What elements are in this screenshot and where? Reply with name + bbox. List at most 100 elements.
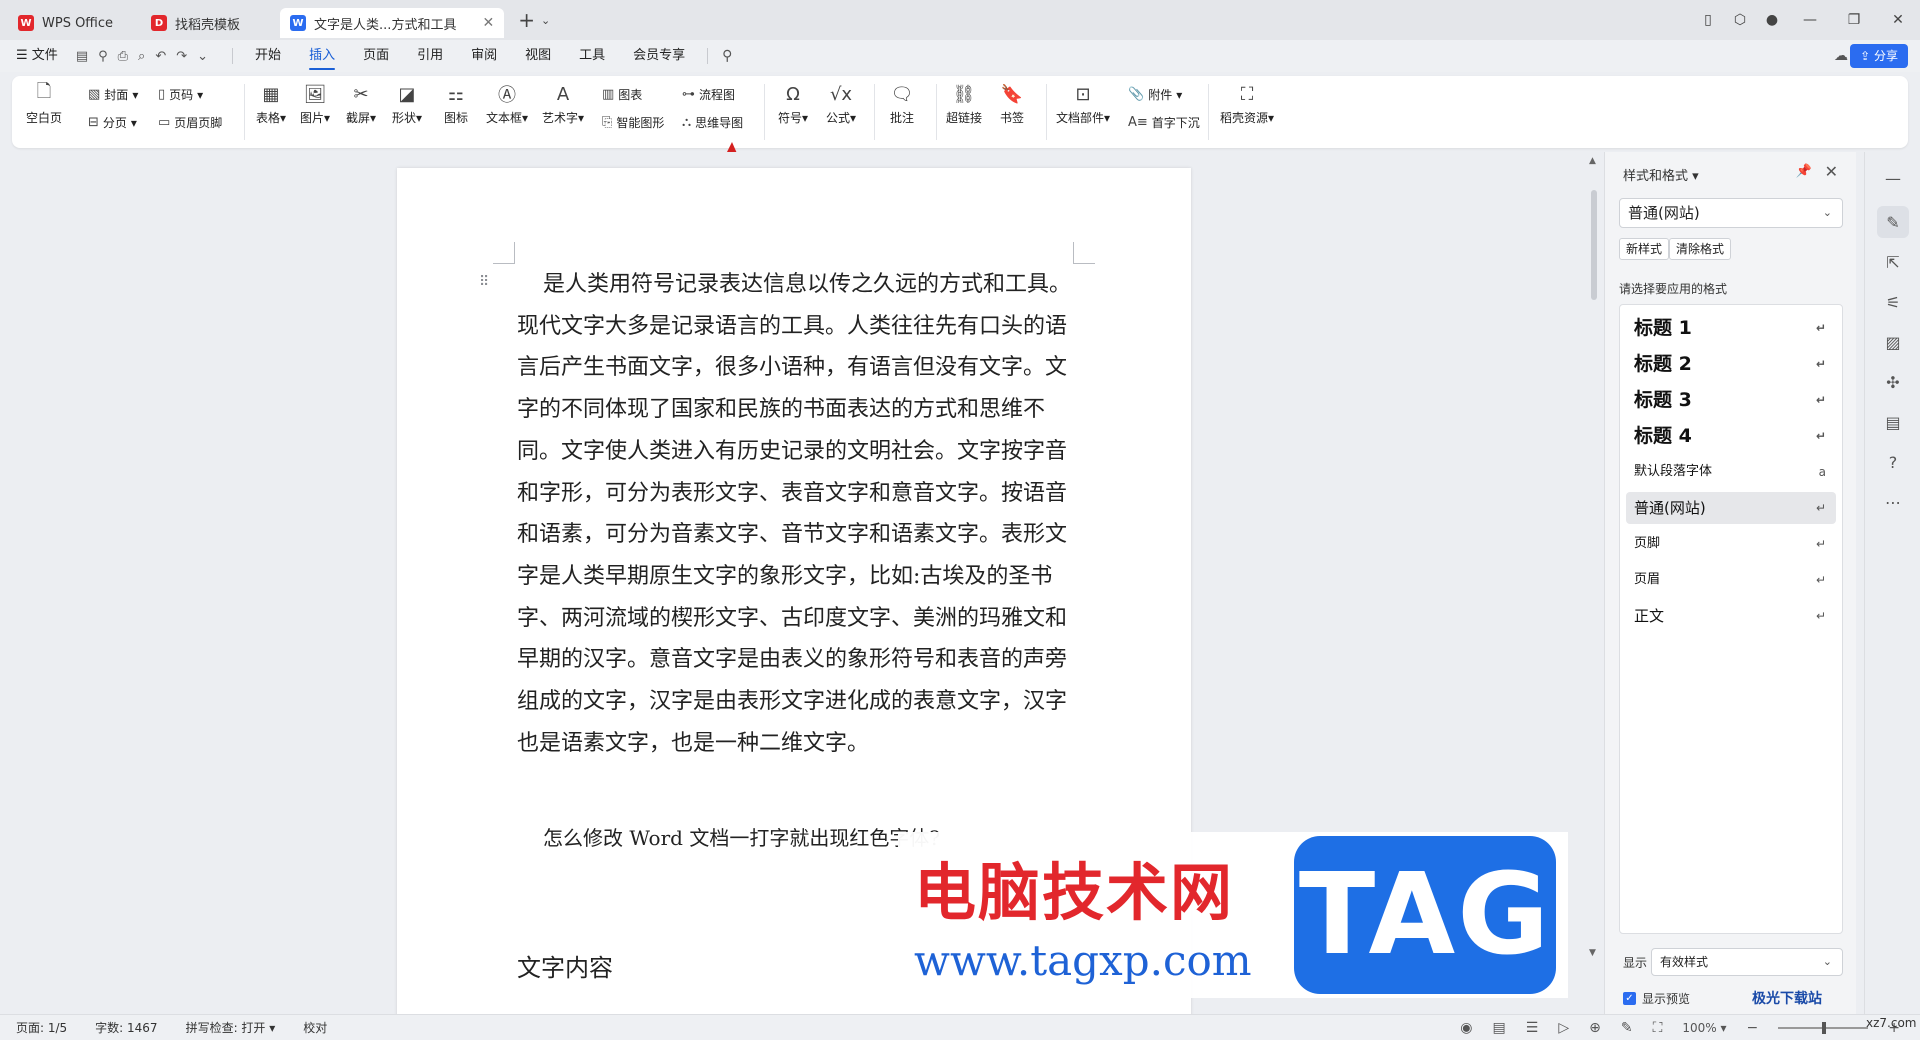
tab-view[interactable]: 视图 xyxy=(511,40,565,72)
close-tab-icon[interactable]: ✕ xyxy=(482,15,494,31)
minimize-icon[interactable]: — xyxy=(1788,12,1832,28)
style-default-paragraph-font[interactable]: 默认段落字体 a xyxy=(1626,456,1836,488)
select-arrow-icon[interactable]: ⇱ xyxy=(1877,246,1909,278)
mindmap-button[interactable]: ⛬ 思维导图 xyxy=(682,114,743,131)
dropcap-button[interactable]: A≡ 首字下沉 xyxy=(1128,114,1200,131)
zoom-level[interactable]: 100% ▾ xyxy=(1682,1021,1726,1035)
tab-review[interactable]: 审阅 xyxy=(457,40,511,72)
adjust-icon[interactable]: ⚟ xyxy=(1877,286,1909,318)
tab-docer-templates[interactable]: D 找稻壳模板 xyxy=(141,8,250,38)
blank-page-button[interactable]: 🗋 空白页 xyxy=(26,81,62,126)
chevron-down-icon[interactable]: ⌄ xyxy=(541,14,550,27)
page-break-button[interactable]: ⊟ 分页 ▾ xyxy=(88,114,137,131)
chart-button[interactable]: ▥ 图表 xyxy=(602,86,642,103)
help-icon[interactable]: ? xyxy=(1877,446,1909,478)
web-view-icon[interactable]: ⊕ xyxy=(1589,1020,1601,1036)
play-icon[interactable]: ▷ xyxy=(1558,1020,1569,1036)
eye-icon[interactable]: ◉ xyxy=(1460,1020,1472,1036)
print-preview-icon[interactable]: ⌕ xyxy=(138,49,145,64)
search-icon[interactable]: ⚲ xyxy=(722,48,732,64)
zoom-slider[interactable] xyxy=(1778,1022,1869,1034)
share-button[interactable]: ⇪ 分享 xyxy=(1850,44,1908,68)
body-paragraph[interactable]: 是人类用符号记录表达信息以传之久远的方式和工具。现代文字大多是记录语言的工具。人… xyxy=(517,264,1077,764)
style-heading-1[interactable]: 标题 1 ↵ xyxy=(1626,312,1836,344)
more-icon[interactable]: ⋯ xyxy=(1877,486,1909,518)
restore-icon[interactable]: ❐ xyxy=(1832,12,1876,28)
close-icon[interactable]: ✕ xyxy=(1825,162,1838,181)
show-preview-checkbox[interactable]: ✓ 显示预览 xyxy=(1623,990,1690,1007)
tab-page[interactable]: 页面 xyxy=(349,40,403,72)
link-icon[interactable]: ⚲ xyxy=(98,49,108,64)
tools-icon[interactable]: ✣ xyxy=(1877,366,1909,398)
current-style-select[interactable]: 普通(网站) ⌄ xyxy=(1619,198,1843,228)
page-view-icon[interactable]: ▤ xyxy=(1493,1020,1506,1036)
hyperlink-button[interactable]: ⛓ 超链接 xyxy=(946,82,982,126)
close-window-icon[interactable]: ✕ xyxy=(1876,12,1920,28)
style-body[interactable]: 正文 ↵ xyxy=(1626,600,1836,632)
avatar[interactable]: ● xyxy=(1756,12,1788,28)
style-footer[interactable]: 页脚 ↵ xyxy=(1626,528,1836,560)
flowchart-button[interactable]: ⊶ 流程图 xyxy=(682,86,735,103)
tab-wps-office[interactable]: W WPS Office xyxy=(8,8,123,38)
tab-member[interactable]: 会员专享 xyxy=(619,40,699,72)
wordart-button[interactable]: A 艺术字▾ xyxy=(542,82,584,126)
layout-icon[interactable]: ▯ xyxy=(1692,12,1724,28)
fit-icon[interactable]: ⛶ xyxy=(1653,1020,1663,1036)
show-filter-select[interactable]: 有效样式 ⌄ xyxy=(1651,948,1843,976)
style-pen-icon[interactable]: ✎ xyxy=(1877,206,1909,238)
docer-resources-button[interactable]: ⛶ 稻壳资源▾ xyxy=(1220,82,1274,126)
header-footer-button[interactable]: ▭ 页眉页脚 xyxy=(158,114,222,131)
new-style-button[interactable]: 新样式 xyxy=(1619,238,1670,260)
style-heading-4[interactable]: 标题 4 ↵ xyxy=(1626,420,1836,452)
clear-format-button[interactable]: 清除格式 xyxy=(1669,238,1732,260)
outline-view-icon[interactable]: ☰ xyxy=(1526,1020,1539,1036)
tab-insert[interactable]: 插入 xyxy=(295,40,349,72)
icon-button[interactable]: ⚏ 图标 xyxy=(444,82,468,126)
more-chevron-icon[interactable]: ⌄ xyxy=(197,49,208,64)
pin-icon[interactable]: 📌 xyxy=(1796,164,1812,179)
tab-tools[interactable]: 工具 xyxy=(565,40,619,72)
style-normal-web[interactable]: 普通(网站) ↵ xyxy=(1626,492,1836,524)
cover-button[interactable]: ▧ 封面 ▾ xyxy=(88,86,138,103)
collapse-icon[interactable]: — xyxy=(1877,162,1909,194)
textbox-button[interactable]: Ⓐ 文本框▾ xyxy=(486,82,528,126)
bookmark-button[interactable]: 🔖 书签 xyxy=(1000,82,1024,126)
comment-button[interactable]: 🗨 批注 xyxy=(890,82,914,126)
scrollbar-thumb[interactable] xyxy=(1591,190,1597,300)
scroll-up-icon[interactable]: ▲ xyxy=(1589,156,1596,166)
picture-button[interactable]: 🖼 图片▾ xyxy=(300,82,330,126)
smartart-button[interactable]: ⎘ 智能图形 xyxy=(602,114,664,131)
symbol-button[interactable]: Ω 符号▾ xyxy=(778,82,808,126)
shape-button[interactable]: ◪ 形状▾ xyxy=(392,82,422,126)
scroll-down-icon[interactable]: ▼ xyxy=(1589,948,1596,958)
word-count[interactable]: 字数: 1467 xyxy=(95,1019,157,1036)
tab-references[interactable]: 引用 xyxy=(403,40,457,72)
print-icon[interactable]: ⎙ xyxy=(118,49,128,64)
style-heading-2[interactable]: 标题 2 ↵ xyxy=(1626,348,1836,380)
tab-start[interactable]: 开始 xyxy=(241,40,295,72)
doc-parts-button[interactable]: ⊡ 文档部件▾ xyxy=(1056,82,1110,126)
section-heading[interactable]: 文字内容 xyxy=(517,948,613,983)
edit-doc-icon[interactable]: ▨ xyxy=(1877,326,1909,358)
book-icon[interactable]: ▤ xyxy=(1877,406,1909,438)
undo-icon[interactable]: ↶ xyxy=(155,49,166,64)
pen-icon[interactable]: ✎ xyxy=(1621,1020,1633,1036)
file-menu[interactable]: ☰ 文件 xyxy=(0,40,72,72)
zoom-out-icon[interactable]: − xyxy=(1747,1020,1759,1036)
tab-current-document[interactable]: W 文字是人类...方式和工具 ✕ xyxy=(280,8,505,38)
vertical-scrollbar[interactable]: ▲ ▼ xyxy=(1588,152,1602,1014)
redo-icon[interactable]: ↷ xyxy=(176,49,187,64)
proofread[interactable]: 校对 xyxy=(303,1019,327,1036)
page-indicator[interactable]: 页面: 1/5 xyxy=(16,1019,67,1036)
style-header[interactable]: 页眉 ↵ xyxy=(1626,564,1836,596)
attachment-button[interactable]: 📎 附件 ▾ xyxy=(1128,86,1182,103)
save-icon[interactable]: ▤ xyxy=(76,49,88,64)
spell-check[interactable]: 拼写检查: 打开 ▾ xyxy=(186,1019,276,1036)
cloud-sync-icon[interactable]: ☁ xyxy=(1834,48,1848,64)
new-tab-icon[interactable]: + xyxy=(518,8,535,32)
screenshot-button[interactable]: ✂ 截屏▾ xyxy=(346,82,376,126)
drag-handle-icon[interactable]: ⠿ xyxy=(479,274,489,290)
style-heading-3[interactable]: 标题 3 ↵ xyxy=(1626,384,1836,416)
page-number-button[interactable]: ▯ 页码 ▾ xyxy=(158,86,203,103)
formula-button[interactable]: √x 公式▾ xyxy=(826,82,856,126)
